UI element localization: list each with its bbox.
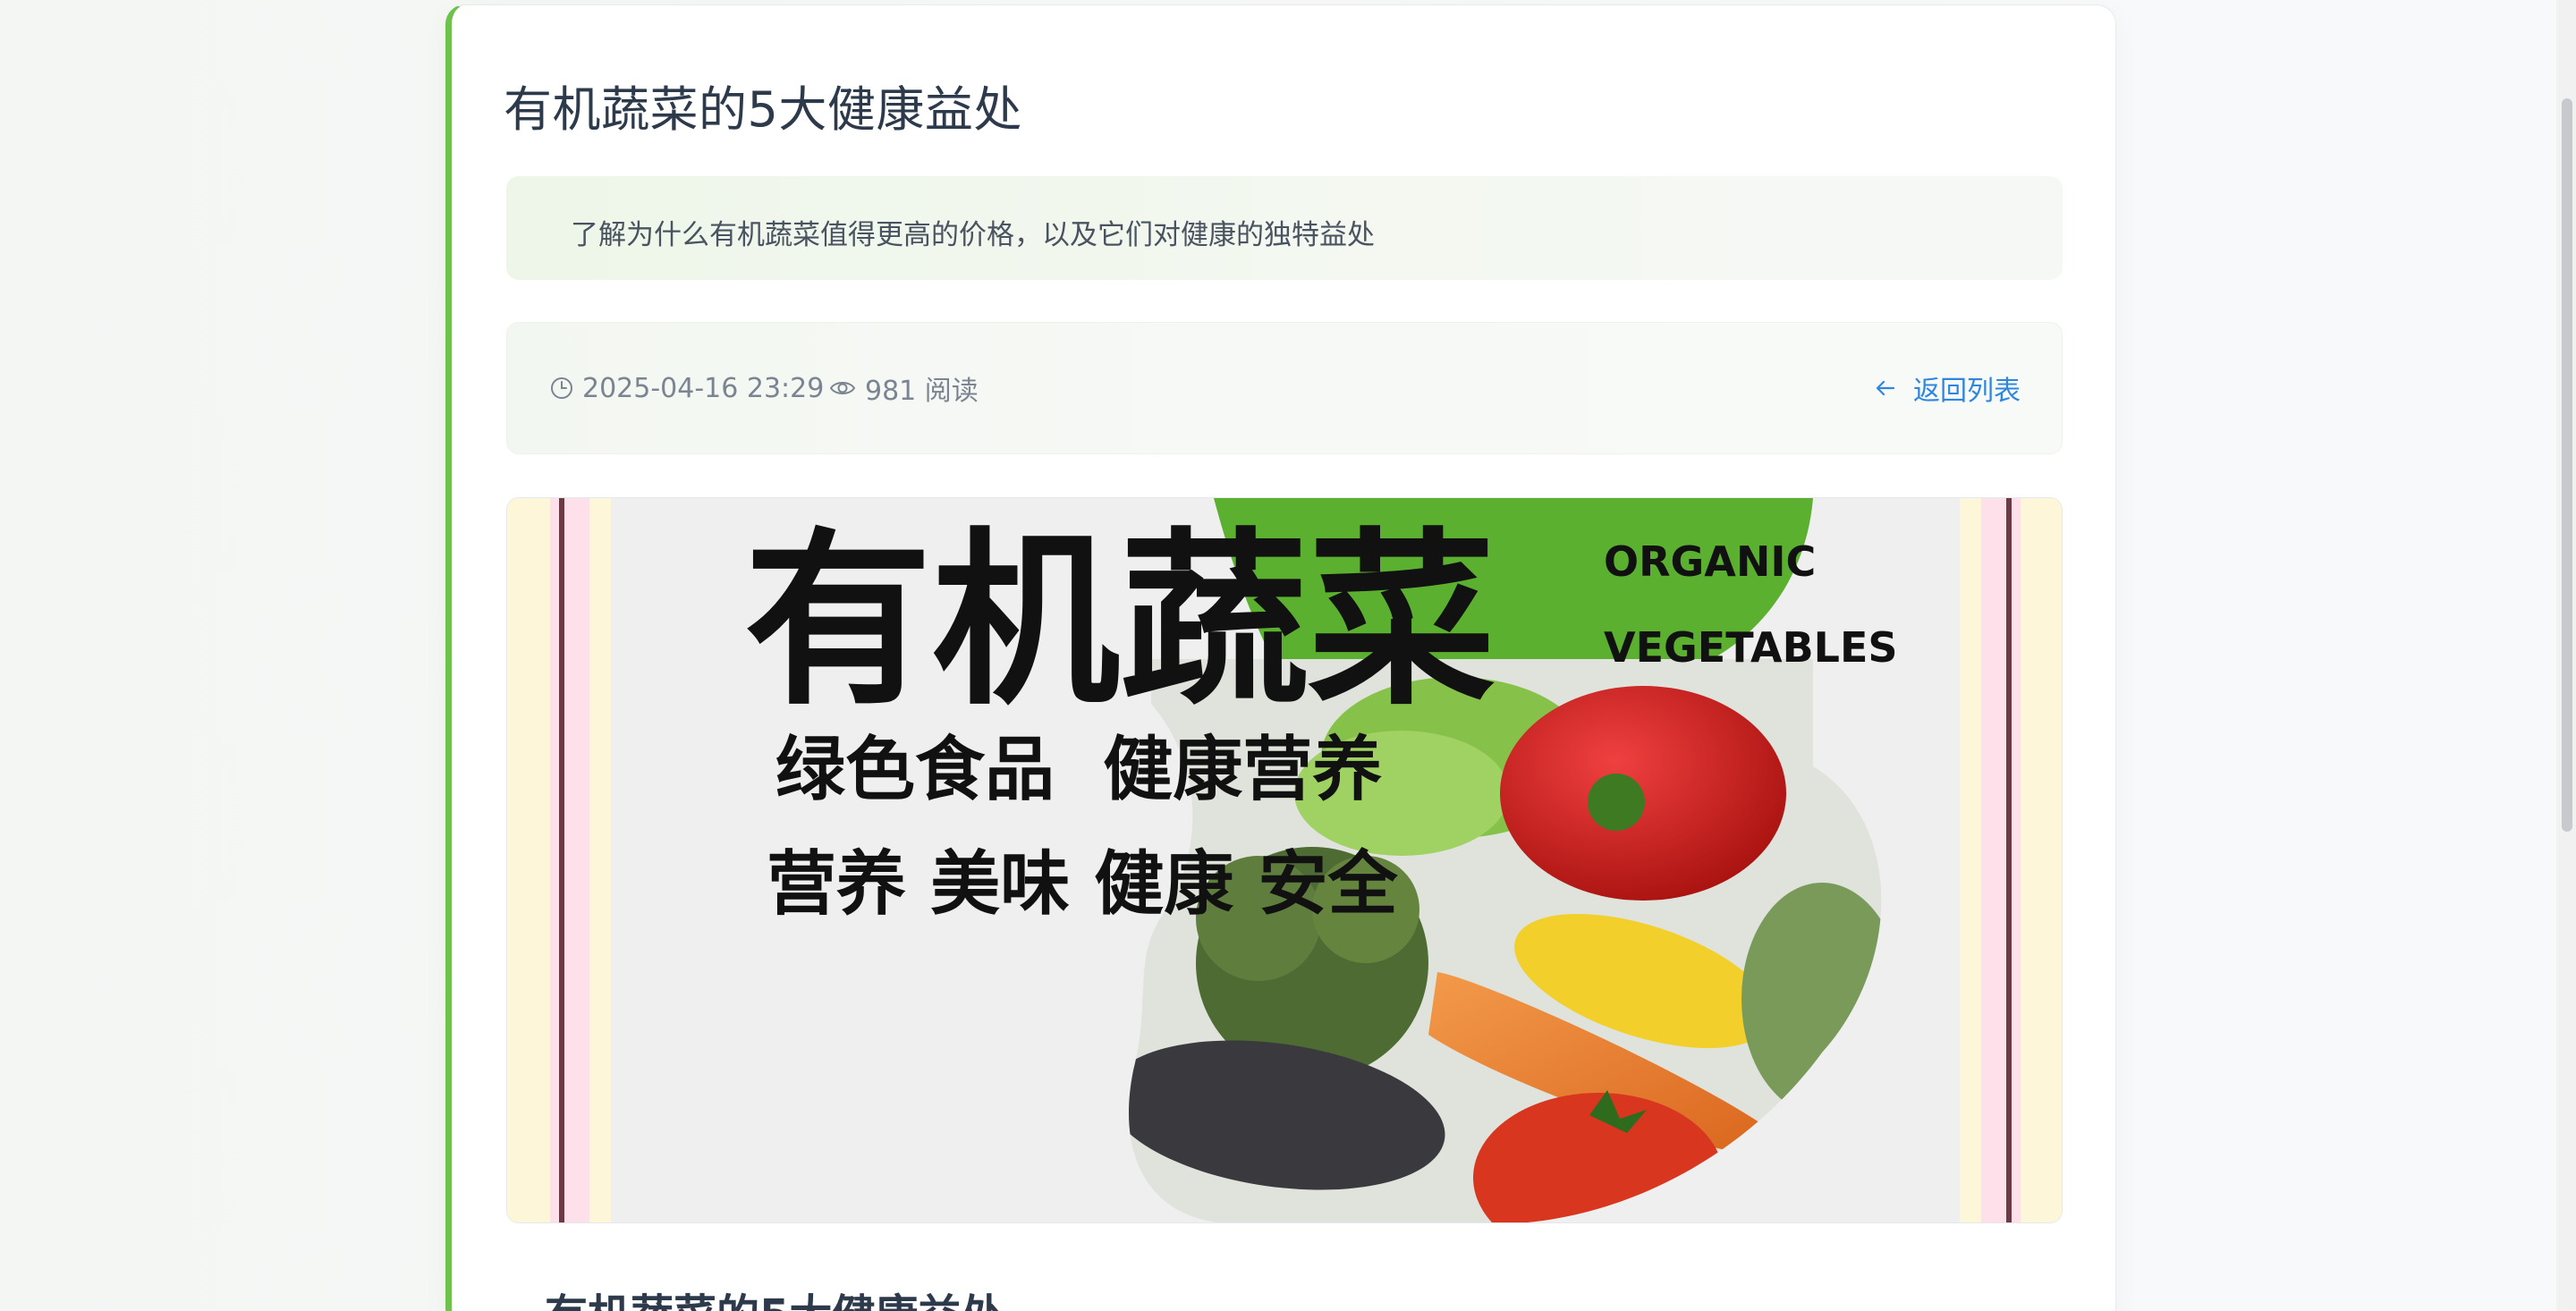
publish-date-text: 2025-04-16 23:29: [582, 372, 825, 404]
arrow-left-icon: [1874, 376, 1897, 400]
scrollbar-thumb[interactable]: [2562, 98, 2572, 832]
publish-date: 2025-04-16 23:29: [550, 371, 824, 405]
hero-english-line2: VEGETABLES: [1604, 623, 1898, 672]
page-scrollbar[interactable]: [2556, 0, 2576, 1311]
article-card: 有机蔬菜的5大健康益处 了解为什么有机蔬菜值得更高的价格，以及它们对健康的独特益…: [445, 4, 2116, 1311]
hero-tagline1: 绿色食品 健康营养: [775, 730, 1382, 810]
eye-icon: [829, 377, 856, 399]
hero-main-title: 有机蔬菜: [744, 512, 1496, 731]
section-heading: 有机蔬菜的5大健康益处: [545, 1280, 1004, 1311]
article-hero-image: 有机蔬菜 ORGANIC VEGETABLES 绿色食品 健康营养 营养 美味 …: [506, 497, 2063, 1223]
article-summary: 了解为什么有机蔬菜值得更高的价格，以及它们对健康的独特益处: [506, 176, 2063, 280]
back-to-list-label: 返回列表: [1913, 376, 2021, 407]
back-to-list-link[interactable]: 返回列表: [1874, 371, 2021, 407]
summary-text: 了解为什么有机蔬菜值得更高的价格，以及它们对健康的独特益处: [571, 219, 1375, 251]
article-title: 有机蔬菜的5大健康益处: [504, 81, 1022, 138]
hero-tagline2: 营养 美味 健康 安全: [767, 844, 1398, 925]
view-count: 981 阅读: [829, 371, 979, 407]
article-meta-bar: 2025-04-16 23:29 981 阅读 返回列表: [506, 322, 2063, 454]
view-count-text: 981 阅读: [865, 376, 979, 407]
hero-english-line1: ORGANIC: [1604, 537, 1816, 586]
clock-icon: [550, 376, 573, 400]
